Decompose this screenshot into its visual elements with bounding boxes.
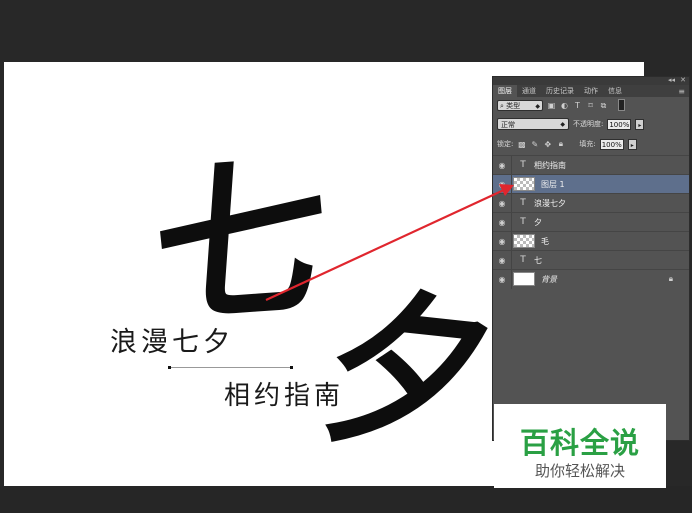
layer-name: 相约指南 (534, 160, 566, 170)
lock-all-icon[interactable]: 🔒︎ (556, 139, 565, 149)
tab-channels[interactable]: 通道 (517, 85, 541, 97)
tab-info[interactable]: 信息 (603, 85, 627, 97)
lock-transparency-icon[interactable]: ▩ (517, 140, 526, 149)
smart-object-filter-icon[interactable]: ⧉ (599, 101, 608, 110)
visibility-eye-icon[interactable]: ◉ (493, 161, 511, 170)
opacity-slider-button[interactable]: ▸ (635, 118, 645, 130)
photoshop-workspace: 七 夕 浪漫七夕 相约指南 ◂◂ ✕ 图层 通道 历史记录 动作 信息 ≡ ⌕ … (0, 0, 692, 513)
tab-history[interactable]: 历史记录 (541, 85, 579, 97)
visibility-eye-icon[interactable]: ◉ (493, 237, 511, 246)
layer-name: 夕 (534, 217, 542, 227)
canvas-text-romance: 浪漫七夕 (110, 327, 234, 358)
text-selection-line (170, 367, 292, 368)
layer-name: 毛 (541, 236, 549, 246)
visibility-eye-icon[interactable]: ◉ (493, 256, 511, 265)
panel-menu-icon[interactable]: ≡ (678, 87, 689, 96)
watermark-title: 百科全说 (519, 426, 640, 460)
layer-row[interactable]: ◉ T 夕 (493, 212, 689, 232)
fill-label: 填充: (579, 140, 596, 148)
adjustment-filter-icon[interactable]: ◐ (560, 101, 569, 110)
tab-actions[interactable]: 动作 (579, 85, 603, 97)
layers-panel: ◂◂ ✕ 图层 通道 历史记录 动作 信息 ≡ ⌕ 类型 ◆ ▣ ◐ T ⌑ ⧉ (492, 76, 690, 441)
layer-row[interactable]: ◉ T 相约指南 (493, 155, 689, 175)
lock-paint-icon[interactable]: ✎ (530, 140, 539, 149)
selection-handle[interactable] (290, 366, 293, 369)
layer-row[interactable]: ◉ T 浪漫七夕 (493, 193, 689, 213)
layer-list: ◉ T 相约指南 ◉ 图层 1 ◉ T 浪漫七夕 ◉ T 夕 ◉ 毛 ◉ T 七… (493, 155, 689, 289)
close-icon[interactable]: ✕ (680, 76, 686, 84)
lock-position-icon[interactable]: ✥ (543, 140, 552, 149)
layer-row-selected[interactable]: ◉ 图层 1 (493, 174, 689, 194)
visibility-eye-icon[interactable]: ◉ (493, 218, 511, 227)
opacity-label: 不透明度: (573, 120, 604, 128)
filter-toggle-switch[interactable] (618, 99, 625, 111)
panel-title-bar: ◂◂ ✕ (493, 76, 689, 85)
visibility-eye-icon[interactable]: ◉ (493, 180, 511, 189)
shape-filter-icon[interactable]: ⌑ (586, 101, 595, 110)
text-filter-icon[interactable]: T (573, 101, 582, 110)
layer-name: 图层 1 (541, 179, 565, 189)
text-layer-icon: T (520, 198, 526, 208)
lock-fill-row: 锁定: ▩ ✎ ✥ 🔒︎ 填充: 100% ▸ (497, 137, 637, 151)
watermark-subtitle: 助你轻松解决 (534, 462, 625, 480)
selection-handle[interactable] (168, 366, 171, 369)
text-layer-icon: T (520, 255, 526, 265)
search-icon: ⌕ (500, 101, 504, 110)
brush-character-qi: 七 (146, 140, 332, 350)
fill-field[interactable]: 100% (599, 138, 624, 150)
layer-filter-row: ⌕ 类型 ◆ ▣ ◐ T ⌑ ⧉ (497, 99, 625, 111)
visibility-eye-icon[interactable]: ◉ (493, 275, 511, 284)
layer-name: 背景 (541, 274, 557, 284)
image-filter-icon[interactable]: ▣ (547, 101, 556, 110)
layer-thumbnail (513, 272, 535, 286)
blend-mode-select[interactable]: 正常 ◆ (497, 118, 569, 130)
text-layer-icon: T (520, 160, 526, 170)
tab-layers[interactable]: 图层 (493, 85, 517, 97)
layer-row[interactable]: ◉ T 七 (493, 250, 689, 270)
text-layer-icon: T (520, 217, 526, 227)
workspace-bottom-strip (0, 486, 692, 513)
chevron-down-icon: ◆ (535, 102, 540, 110)
opacity-field[interactable]: 100% (607, 118, 632, 130)
layer-row-background[interactable]: ◉ 背景 🔒︎ (493, 269, 689, 289)
chevron-down-icon: ◆ (560, 121, 565, 128)
watermark-logo: 百科全说 助你轻松解决 (494, 404, 666, 488)
filter-type-label: 类型 (506, 101, 521, 110)
visibility-eye-icon[interactable]: ◉ (493, 199, 511, 208)
blend-opacity-row: 正常 ◆ 不透明度: 100% ▸ (497, 117, 645, 131)
lock-label: 锁定: (497, 140, 514, 148)
blend-mode-value: 正常 (501, 121, 515, 129)
filter-type-select[interactable]: ⌕ 类型 ◆ (497, 99, 543, 111)
collapse-icon[interactable]: ◂◂ (668, 76, 675, 84)
lock-icon: 🔒︎ (668, 274, 673, 283)
layer-row[interactable]: ◉ 毛 (493, 231, 689, 251)
fill-slider-button[interactable]: ▸ (627, 138, 637, 150)
layer-thumbnail (513, 177, 535, 191)
panel-tabs: 图层 通道 历史记录 动作 信息 ≡ (493, 85, 689, 97)
layer-name: 七 (534, 255, 542, 265)
layer-name: 浪漫七夕 (534, 198, 566, 208)
layer-thumbnail (513, 234, 535, 248)
canvas-text-guide: 相约指南 (224, 381, 345, 411)
